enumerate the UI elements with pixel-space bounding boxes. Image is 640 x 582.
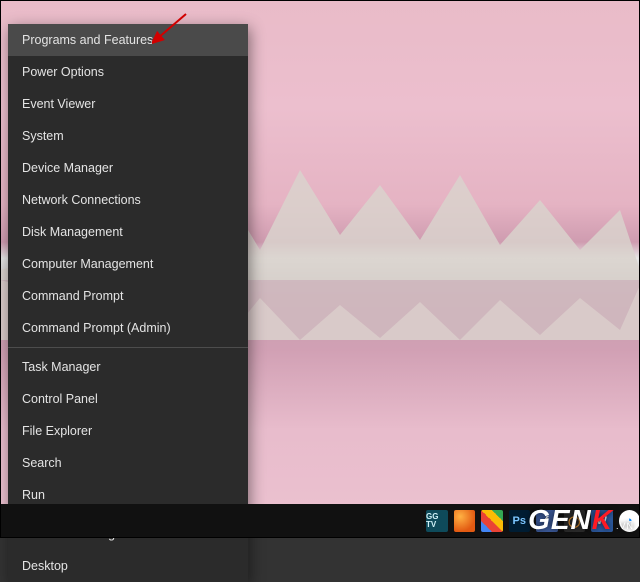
taskbar-icon-messenger[interactable]: ◔ bbox=[619, 510, 640, 532]
menu-item-file-explorer[interactable]: File Explorer bbox=[8, 415, 248, 447]
taskbar-icon-chrome[interactable] bbox=[481, 510, 503, 532]
taskbar-icon-facebook[interactable]: f bbox=[536, 510, 558, 532]
menu-item-label: Disk Management bbox=[22, 225, 123, 239]
winx-context-menu: Programs and Features Power Options Event … bbox=[8, 24, 248, 582]
menu-item-label: Power Options bbox=[22, 65, 104, 79]
menu-item-control-panel[interactable]: Control Panel bbox=[8, 383, 248, 415]
menu-item-power-options[interactable]: Power Options bbox=[8, 56, 248, 88]
taskbar-icon-firefox[interactable] bbox=[454, 510, 476, 532]
menu-item-network-connections[interactable]: Network Connections bbox=[8, 184, 248, 216]
menu-item-task-manager[interactable]: Task Manager bbox=[8, 351, 248, 383]
menu-item-search[interactable]: Search bbox=[8, 447, 248, 479]
menu-item-label: Event Viewer bbox=[22, 97, 95, 111]
menu-item-label: Command Prompt bbox=[22, 289, 123, 303]
menu-item-label: Task Manager bbox=[22, 360, 101, 374]
taskbar-icon-photoshop[interactable]: Ps bbox=[509, 510, 531, 532]
menu-item-programs-and-features[interactable]: Programs and Features bbox=[8, 24, 248, 56]
menu-item-label: Command Prompt (Admin) bbox=[22, 321, 171, 335]
menu-item-label: System bbox=[22, 129, 64, 143]
menu-item-desktop[interactable]: Desktop bbox=[8, 550, 248, 582]
menu-item-label: Device Manager bbox=[22, 161, 113, 175]
menu-item-disk-management[interactable]: Disk Management bbox=[8, 216, 248, 248]
menu-item-label: Control Panel bbox=[22, 392, 98, 406]
menu-item-label: File Explorer bbox=[22, 424, 92, 438]
menu-separator bbox=[8, 347, 248, 348]
menu-item-label: Network Connections bbox=[22, 193, 141, 207]
menu-item-label: Programs and Features bbox=[22, 33, 153, 47]
menu-item-command-prompt-admin[interactable]: Command Prompt (Admin) bbox=[8, 312, 248, 344]
taskbar-icon-word[interactable]: W bbox=[591, 510, 613, 532]
menu-item-command-prompt[interactable]: Command Prompt bbox=[8, 280, 248, 312]
menu-item-device-manager[interactable]: Device Manager bbox=[8, 152, 248, 184]
menu-item-label: Desktop bbox=[22, 559, 68, 573]
menu-item-computer-management[interactable]: Computer Management bbox=[8, 248, 248, 280]
taskbar: GG TV Ps f ◯ W ◔ bbox=[0, 504, 640, 538]
menu-item-label: Run bbox=[22, 488, 45, 502]
menu-item-label: Search bbox=[22, 456, 62, 470]
menu-item-event-viewer[interactable]: Event Viewer bbox=[8, 88, 248, 120]
menu-item-label: Computer Management bbox=[22, 257, 153, 271]
taskbar-icon-ggtv[interactable]: GG TV bbox=[426, 510, 448, 532]
menu-item-system[interactable]: System bbox=[8, 120, 248, 152]
taskbar-icon-unknown[interactable]: ◯ bbox=[564, 510, 586, 532]
